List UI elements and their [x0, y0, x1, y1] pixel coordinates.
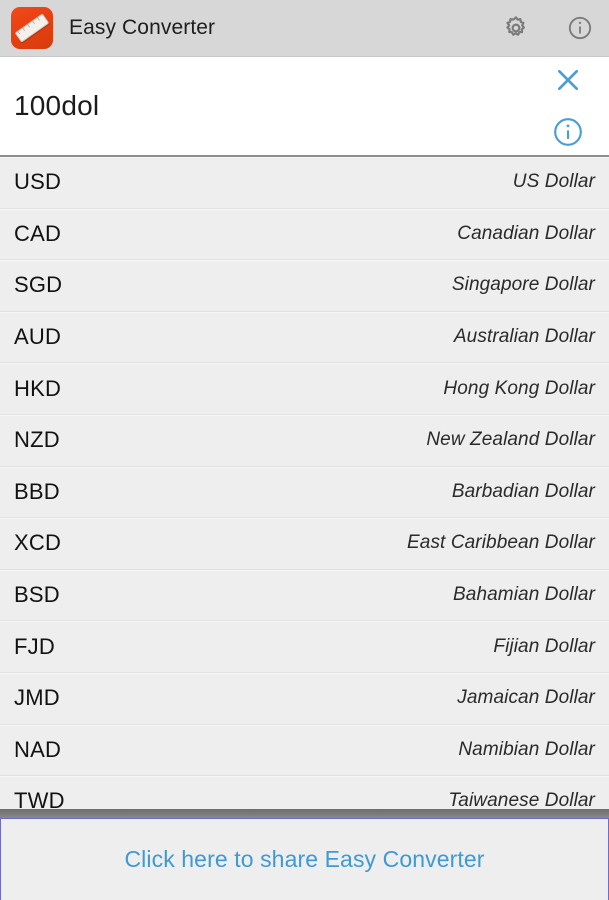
ruler-glyph [14, 13, 50, 43]
currency-code: SGD [14, 272, 63, 298]
info-circle-icon [552, 116, 584, 148]
currency-row[interactable]: XCD East Caribbean Dollar [0, 518, 609, 570]
app-bar: Easy Converter [0, 0, 609, 57]
share-banner-button[interactable]: Click here to share Easy Converter [0, 818, 609, 900]
currency-row[interactable]: NZD New Zealand Dollar [0, 414, 609, 467]
app-title: Easy Converter [69, 16, 216, 39]
currency-name: US Dollar [512, 171, 595, 193]
currency-name: Barbadian Dollar [451, 480, 595, 502]
currency-name: Namibian Dollar [458, 738, 595, 760]
currency-row[interactable]: BSD Bahamian Dollar [0, 569, 609, 622]
currency-name: Singapore Dollar [451, 274, 595, 296]
currency-code: BBD [14, 478, 60, 504]
app-bar-actions [501, 13, 595, 43]
currency-list-container[interactable]: USD US Dollar CAD Canadian Dollar SGD Singapo… [0, 157, 609, 818]
currency-name: East Caribbean Dollar [407, 532, 595, 554]
currency-row[interactable]: HKD Hong Kong Dollar [0, 363, 609, 415]
currency-code: JMD [14, 685, 60, 711]
currency-code: FJD [14, 633, 55, 659]
currency-name: Jamaican Dollar [457, 687, 595, 709]
currency-list: USD US Dollar CAD Canadian Dollar SGD Singapo… [0, 157, 609, 818]
clear-search-button[interactable] [548, 60, 588, 100]
currency-row[interactable]: CAD Canadian Dollar [0, 208, 609, 261]
currency-row[interactable]: USD US Dollar [0, 157, 609, 209]
ruler-app-icon [11, 7, 53, 49]
currency-row[interactable]: SGD Singapore Dollar [0, 260, 609, 312]
currency-code: CAD [14, 220, 62, 246]
close-x-icon [552, 64, 584, 96]
currency-name: New Zealand Dollar [426, 429, 595, 451]
info-button[interactable] [565, 13, 595, 43]
info-circle-icon [567, 15, 593, 41]
gear-icon [503, 15, 529, 41]
currency-code: NZD [14, 427, 60, 453]
currency-row[interactable]: BBD Barbadian Dollar [0, 466, 609, 519]
currency-name: Hong Kong Dollar [443, 377, 595, 399]
search-bar[interactable]: 100dol [0, 57, 609, 157]
currency-code: HKD [14, 375, 62, 401]
share-banner-label: Click here to share Easy Converter [124, 846, 485, 872]
currency-code: XCD [14, 530, 62, 556]
currency-name: Canadian Dollar [457, 222, 595, 244]
search-info-button[interactable] [548, 112, 588, 152]
currency-row[interactable]: NAD Namibian Dollar [0, 724, 609, 777]
currency-row[interactable]: AUD Australian Dollar [0, 311, 609, 364]
currency-code: AUD [14, 324, 62, 350]
currency-row[interactable]: FJD Fijian Dollar [0, 621, 609, 673]
currency-name: Bahamian Dollar [453, 584, 595, 606]
currency-code: NAD [14, 736, 62, 762]
currency-code: BSD [14, 582, 60, 608]
currency-code: USD [14, 169, 62, 195]
currency-name: Fijian Dollar [493, 635, 595, 657]
list-scroll-handle[interactable] [0, 809, 609, 818]
currency-name: Australian Dollar [453, 326, 595, 348]
search-actions [539, 57, 597, 155]
app-root: Easy Converter 100dol USD US Dollar CAD … [0, 0, 609, 900]
search-input[interactable]: 100dol [14, 90, 99, 122]
currency-row[interactable]: JMD Jamaican Dollar [0, 672, 609, 725]
settings-button[interactable] [501, 13, 531, 43]
